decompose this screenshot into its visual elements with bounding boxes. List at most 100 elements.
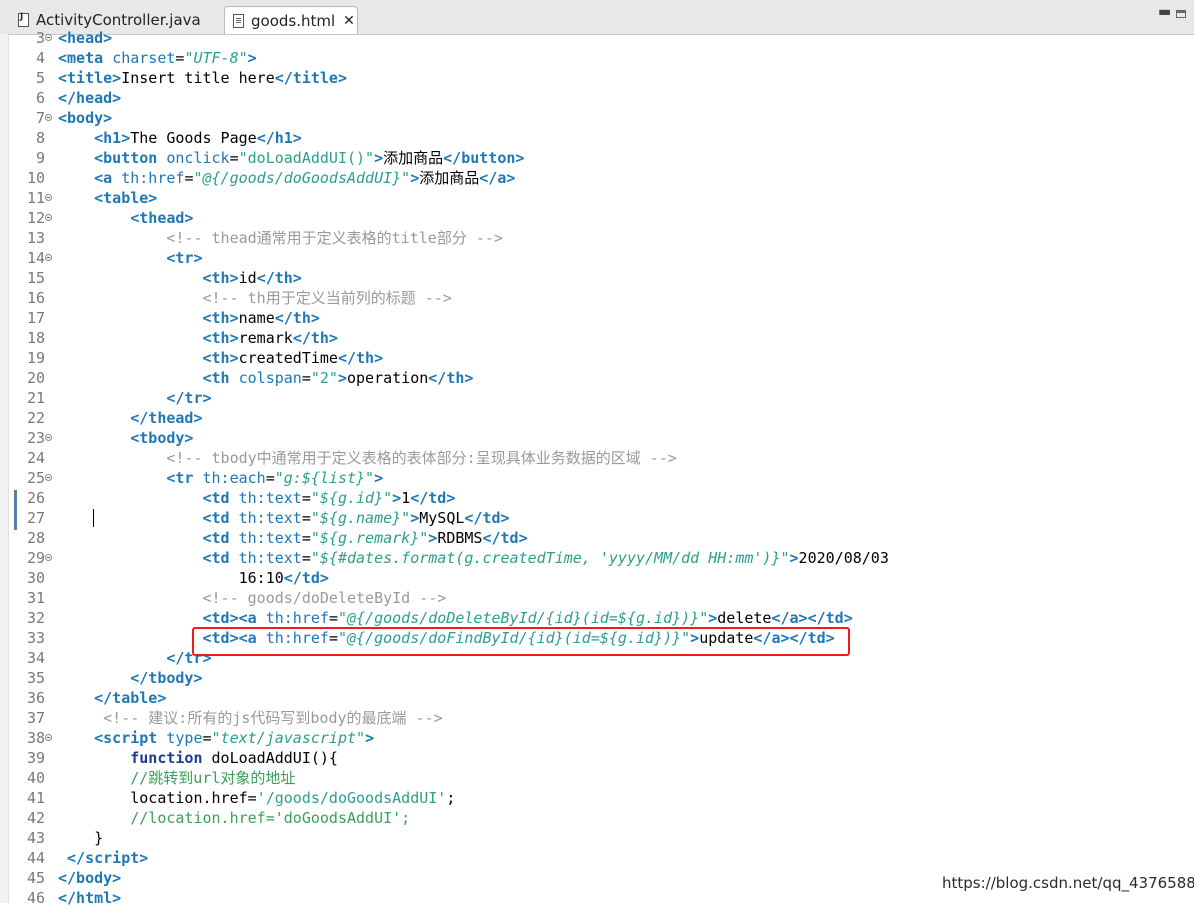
code-editor[interactable]: 3 <head> 4 <meta charset="UTF-8"> 5 <title>In… xyxy=(0,28,1194,907)
code-text: </thead> xyxy=(130,409,203,427)
line-number: 23 xyxy=(26,429,45,447)
line-number: 13 xyxy=(26,229,45,247)
line-number: 5 xyxy=(35,69,45,87)
code-text: <!-- goods/doDeleteById --> xyxy=(202,589,447,607)
fold-toggle-icon[interactable] xyxy=(45,734,52,741)
code-text: <!-- th用于定义当前列的标题 --> xyxy=(202,289,452,307)
line-number: 29 xyxy=(26,549,45,567)
code-text: //跳转到url对象的地址 xyxy=(130,769,296,787)
code-text: <meta charset="UTF-8"> xyxy=(58,49,257,67)
code-text: <th colspan="2">operation</th> xyxy=(202,369,474,387)
line-number: 37 xyxy=(26,709,45,727)
fold-toggle-icon[interactable] xyxy=(45,114,52,121)
tab-label: ActivityController.java xyxy=(36,11,201,29)
code-text: </table> xyxy=(94,689,167,707)
line-number: 27 xyxy=(26,509,45,527)
line-number: 35 xyxy=(26,669,45,687)
line-number: 7 xyxy=(35,109,45,127)
line-number: 33 xyxy=(26,629,45,647)
highlight-box xyxy=(192,627,850,656)
line-number: 38 xyxy=(26,729,45,747)
line-number: 32 xyxy=(26,609,45,627)
fold-toggle-icon[interactable] xyxy=(45,434,52,441)
line-number: 41 xyxy=(26,789,45,807)
code-text: </head> xyxy=(58,89,122,107)
code-text: <td th:text="${#dates.format(g.createdTi… xyxy=(202,549,889,567)
fold-toggle-icon[interactable] xyxy=(45,554,52,561)
code-text: <body> xyxy=(58,109,113,127)
line-number: 21 xyxy=(26,389,45,407)
line-number: 28 xyxy=(26,529,45,547)
maximize-icon[interactable] xyxy=(1176,10,1186,18)
line-number: 18 xyxy=(26,329,45,347)
line-number: 45 xyxy=(26,869,45,887)
line-number: 30 xyxy=(26,569,45,587)
minimize-icon[interactable]: ▬ xyxy=(1158,4,1171,20)
code-text: <th>createdTime</th> xyxy=(202,349,384,367)
java-file-icon xyxy=(18,12,29,27)
line-number: 14 xyxy=(26,249,45,267)
code-text: function doLoadAddUI(){ xyxy=(130,749,338,767)
line-number: 4 xyxy=(35,49,45,67)
code-text: </html> xyxy=(58,889,122,907)
code-text: <script type="text/javascript"> xyxy=(94,729,375,747)
code-text: <td th:text="${g.remark}">RDBMS</td> xyxy=(202,529,528,547)
code-text: </script> xyxy=(67,849,149,867)
code-text: </tr> xyxy=(166,649,212,667)
html-file-icon xyxy=(233,13,244,28)
line-number: 3 xyxy=(35,29,45,47)
code-text: <title>Insert title here</title> xyxy=(58,69,347,87)
close-icon[interactable]: ✕ xyxy=(343,13,355,29)
code-text: <!-- 建议:所有的js代码写到body的最底端 --> xyxy=(103,709,443,727)
line-number: 24 xyxy=(26,449,45,467)
line-number: 36 xyxy=(26,689,45,707)
line-number: 46 xyxy=(26,889,45,907)
code-text: //location.href='doGoodsAddUI'; xyxy=(130,809,411,827)
code-text: <tr th:each="g:${list}"> xyxy=(166,469,384,487)
code-text: <!-- thead通常用于定义表格的title部分 --> xyxy=(166,229,503,247)
watermark-text: https://blog.csdn.net/qq_43765881 xyxy=(942,874,1194,892)
tab-label: goods.html xyxy=(251,11,336,30)
code-text: <head> xyxy=(58,29,113,47)
code-text: <tbody> xyxy=(130,429,194,447)
line-number: 20 xyxy=(26,369,45,387)
code-text: <td th:text="${g.name}">MySQL</td> xyxy=(202,509,510,527)
line-number: 26 xyxy=(26,489,45,507)
fold-toggle-icon[interactable] xyxy=(45,34,52,41)
code-text: <!-- tbody中通常用于定义表格的表体部分:呈现具体业务数据的区域 --> xyxy=(166,449,677,467)
code-text: <thead> xyxy=(130,209,194,227)
line-number: 15 xyxy=(26,269,45,287)
line-number: 19 xyxy=(26,349,45,367)
line-number: 12 xyxy=(26,209,45,227)
fold-toggle-icon[interactable] xyxy=(45,214,52,221)
line-number: 16 xyxy=(26,289,45,307)
line-number: 11 xyxy=(26,189,45,207)
line-number: 40 xyxy=(26,769,45,787)
code-text: <table> xyxy=(94,189,158,207)
line-number: 43 xyxy=(26,829,45,847)
code-text: <button onclick="doLoadAddUI()">添加商品</bu… xyxy=(94,149,525,167)
text-cursor xyxy=(93,509,94,527)
line-number: 42 xyxy=(26,809,45,827)
fold-toggle-icon[interactable] xyxy=(45,194,52,201)
line-number: 8 xyxy=(35,129,45,147)
code-text: 16:10</td> xyxy=(58,569,329,587)
code-text: <th>remark</th> xyxy=(202,329,338,347)
code-text: location.href='/goods/doGoodsAddUI'; xyxy=(58,789,456,807)
code-text: </tr> xyxy=(166,389,212,407)
line-number: 6 xyxy=(35,89,45,107)
line-number: 39 xyxy=(26,749,45,767)
fold-toggle-icon[interactable] xyxy=(45,474,52,481)
code-text: <th>name</th> xyxy=(202,309,320,327)
code-text: <td><a th:href="@{/goods/doDeleteById/{i… xyxy=(202,609,853,627)
code-text: <td th:text="${g.id}">1</td> xyxy=(202,489,456,507)
code-text: } xyxy=(58,829,104,847)
code-text: <a th:href="@{/goods/doGoodsAddUI}">添加商品… xyxy=(94,169,516,187)
code-text: </tbody> xyxy=(130,669,203,687)
line-number: 44 xyxy=(26,849,45,867)
fold-toggle-icon[interactable] xyxy=(45,254,52,261)
line-number: 17 xyxy=(26,309,45,327)
code-text: </body> xyxy=(58,869,122,887)
line-number: 10 xyxy=(26,169,45,187)
line-number: 31 xyxy=(26,589,45,607)
